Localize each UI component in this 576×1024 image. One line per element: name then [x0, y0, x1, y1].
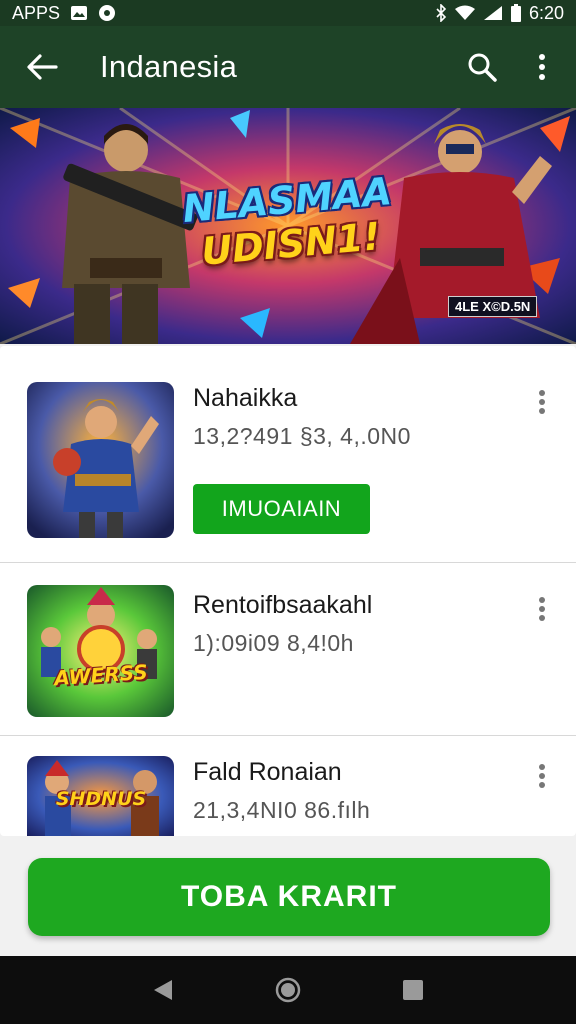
- status-bar: APPS 6:20: [0, 0, 576, 26]
- app-name: Fald Ronaian: [193, 758, 342, 786]
- app-name: Nahaikka: [193, 384, 298, 412]
- more-options-button[interactable]: [522, 47, 562, 87]
- recents-square-icon: [403, 980, 424, 1000]
- status-right: 6:20: [435, 3, 564, 24]
- app-list: Nahaikka 13,2?491 §3, 4,.0N0 IMUOAIAIN A…: [0, 346, 576, 836]
- more-vert-icon: [539, 764, 545, 788]
- install-button[interactable]: IMUOAIAIN: [193, 484, 370, 534]
- more-vert-icon: [539, 390, 545, 414]
- system-nav-bar: [0, 956, 576, 1024]
- nav-recents-button[interactable]: [389, 966, 437, 1014]
- list-item[interactable]: SHDNUS Fald Ronaian 21,3,4NI0 86.fılh: [0, 736, 576, 836]
- circle-notification-icon: [98, 4, 116, 22]
- more-vert-icon: [539, 54, 545, 80]
- arrow-left-icon: [27, 54, 58, 80]
- app-meta: 13,2?491 §3, 4,.0N0: [193, 423, 411, 449]
- battery-icon: [510, 4, 521, 22]
- list-item[interactable]: AWERSS Rentoifbsaakahl 1):09i09 8,4!0h: [0, 563, 576, 735]
- item-more-button[interactable]: [530, 589, 554, 629]
- promo-banner[interactable]: NLASMAA UDISN1! 4LE X©D.5N: [0, 108, 576, 344]
- search-icon: [468, 53, 497, 82]
- list-item[interactable]: Nahaikka 13,2?491 §3, 4,.0N0 IMUOAIAIN: [0, 346, 576, 562]
- page-title: Indanesia: [100, 49, 238, 84]
- search-button[interactable]: [462, 47, 502, 87]
- primary-action-button[interactable]: TOBA KRARIT: [28, 858, 550, 936]
- bluetooth-icon: [435, 4, 447, 22]
- app-thumbnail: AWERSS: [27, 585, 174, 717]
- app-thumbnail: [27, 382, 174, 538]
- status-time: 6:20: [528, 2, 564, 23]
- home-circle-icon: [275, 977, 301, 1003]
- item-more-button[interactable]: [530, 382, 554, 422]
- nav-back-button[interactable]: [139, 966, 187, 1014]
- app-thumbnail: SHDNUS: [27, 756, 174, 836]
- banner-title: NLASMAA UDISN1!: [181, 169, 398, 275]
- image-icon: [70, 4, 88, 22]
- item-text: Nahaikka 13,2?491 §3, 4,.0N0 IMUOAIAIN: [193, 384, 411, 534]
- item-text: Fald Ronaian 21,3,4NI0 86.fılh: [193, 758, 370, 824]
- app-meta: 1):09i09 8,4!0h: [193, 630, 354, 656]
- item-text: Rentoifbsaakahl 1):09i09 8,4!0h: [193, 591, 372, 657]
- back-button[interactable]: [18, 43, 66, 91]
- wifi-icon: [454, 5, 475, 21]
- app-meta: 21,3,4NI0 86.fılh: [193, 797, 371, 823]
- nav-home-button[interactable]: [264, 966, 312, 1014]
- status-left: APPS: [12, 3, 116, 24]
- banner-badge: 4LE X©D.5N: [448, 296, 538, 317]
- status-apps-label: APPS: [12, 2, 61, 23]
- item-more-button[interactable]: [530, 756, 554, 796]
- app-name: Rentoifbsaakahl: [193, 591, 373, 619]
- more-vert-icon: [539, 597, 545, 621]
- back-triangle-icon: [153, 980, 172, 1000]
- app-bar: Indanesia: [0, 26, 576, 108]
- app-bar-actions: [462, 47, 562, 87]
- thumb-caption: SHDNUS: [55, 788, 147, 810]
- signal-icon: [483, 5, 503, 21]
